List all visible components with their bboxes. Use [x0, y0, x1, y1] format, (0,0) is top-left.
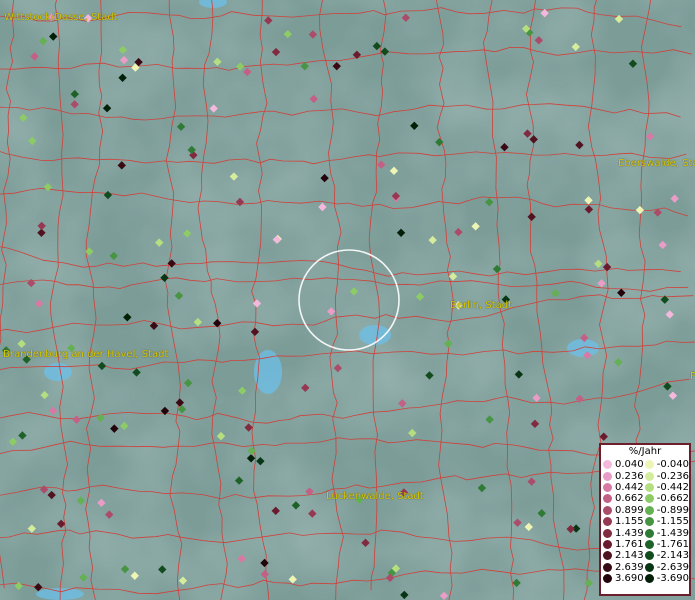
- legend-swatch: [603, 551, 612, 561]
- legend-swatch: [644, 494, 654, 504]
- legend-label: -2.143: [656, 550, 689, 562]
- legend-swatch: [603, 471, 612, 481]
- place-label-f: F: [690, 371, 695, 382]
- legend-swatch: [603, 482, 612, 492]
- legend-swatch: [603, 517, 612, 527]
- legend-label: 2.143: [615, 550, 644, 562]
- legend-swatch: [644, 574, 654, 584]
- legend-item: 0.899: [603, 505, 645, 516]
- legend-label: -0.040: [656, 459, 689, 471]
- water-body: [44, 363, 72, 381]
- legend-swatch: [603, 528, 612, 538]
- legend-label: 1.155: [615, 516, 644, 528]
- legend-item: -0.040: [644, 459, 689, 471]
- legend-label: 0.442: [615, 481, 644, 493]
- legend-label: -0.442: [656, 481, 689, 493]
- place-label-brandenburg: Brandenburg an der Havel, Stadt: [3, 349, 169, 360]
- legend-item: -2.143: [644, 550, 689, 562]
- legend-swatch: [644, 482, 654, 492]
- legend-label: 0.040: [615, 459, 644, 471]
- terrain-texture: [0, 0, 695, 600]
- legend-swatch: [603, 494, 612, 504]
- legend-swatch: [603, 505, 612, 515]
- legend-label: 3.690: [615, 573, 644, 585]
- legend-negative-column: -0.040 -0.236 -0.442 -0.662 -0.899 -1.15…: [644, 459, 689, 585]
- legend-label: 0.236: [615, 470, 644, 482]
- legend-label: -0.662: [656, 493, 689, 505]
- legend-item: -3.690: [644, 573, 689, 585]
- legend-swatch: [603, 539, 612, 549]
- legend-item: 2.143: [603, 550, 645, 561]
- legend-label: -2.639: [656, 561, 689, 573]
- legend-item: -1.155: [644, 516, 689, 528]
- legend-item: 3.690: [603, 573, 645, 584]
- legend-item: 0.040: [603, 459, 645, 470]
- legend-swatch: [644, 562, 654, 572]
- legend-title: %/Jahr: [628, 446, 662, 457]
- legend-swatch: [644, 551, 654, 561]
- legend-item: 2.639: [603, 562, 645, 573]
- legend-item: -0.236: [644, 470, 689, 482]
- legend-item: -1.439: [644, 527, 689, 539]
- place-label-eberswalde: Eberswalde, Sta: [618, 158, 695, 169]
- legend-swatch: [644, 505, 654, 515]
- place-label-wittstock: Wittstock/Dosse, Stadt: [4, 12, 118, 23]
- legend-item: 0.236: [603, 470, 645, 482]
- legend-item: 1.439: [603, 527, 645, 539]
- legend-item: -0.899: [644, 504, 689, 516]
- legend-label: -1.761: [656, 538, 689, 550]
- legend-swatch: [603, 460, 612, 470]
- legend-label: -1.155: [656, 516, 689, 528]
- legend-item: -0.662: [644, 493, 689, 505]
- legend-item: 0.662: [603, 493, 645, 504]
- legend-swatch: [644, 471, 654, 481]
- legend-swatch: [603, 562, 612, 572]
- legend-label: 1.439: [615, 527, 644, 539]
- legend-item: -0.442: [644, 481, 689, 493]
- legend-label: -0.899: [656, 504, 689, 516]
- legend-swatch: [644, 528, 654, 538]
- place-label-berlin: Berlin, Stadt: [450, 300, 513, 311]
- legend-item: 1.761: [603, 539, 645, 550]
- legend: %/Jahr 0.040 0.236 0.442 0.662 0.899 1.1…: [599, 443, 691, 596]
- legend-label: 1.761: [615, 538, 644, 550]
- legend-swatch: [603, 574, 612, 584]
- legend-item: 0.442: [603, 482, 645, 493]
- legend-label: -1.439: [656, 527, 689, 539]
- legend-label: 2.639: [615, 561, 644, 573]
- legend-swatch: [644, 539, 654, 549]
- legend-item: -2.639: [644, 561, 689, 573]
- legend-label: -0.236: [656, 470, 689, 482]
- legend-swatch: [644, 460, 654, 470]
- legend-positive-column: 0.040 0.236 0.442 0.662 0.899 1.155 1.43…: [603, 459, 645, 584]
- legend-label: -3.690: [656, 573, 689, 585]
- place-label-luckenwalde: Luckenwalde, Stadt: [326, 491, 424, 502]
- legend-item: 1.155: [603, 516, 645, 527]
- legend-label: 0.899: [615, 504, 644, 516]
- map-canvas[interactable]: [0, 0, 695, 600]
- legend-label: 0.662: [615, 493, 644, 505]
- legend-swatch: [644, 517, 654, 527]
- legend-item: -1.761: [644, 538, 689, 550]
